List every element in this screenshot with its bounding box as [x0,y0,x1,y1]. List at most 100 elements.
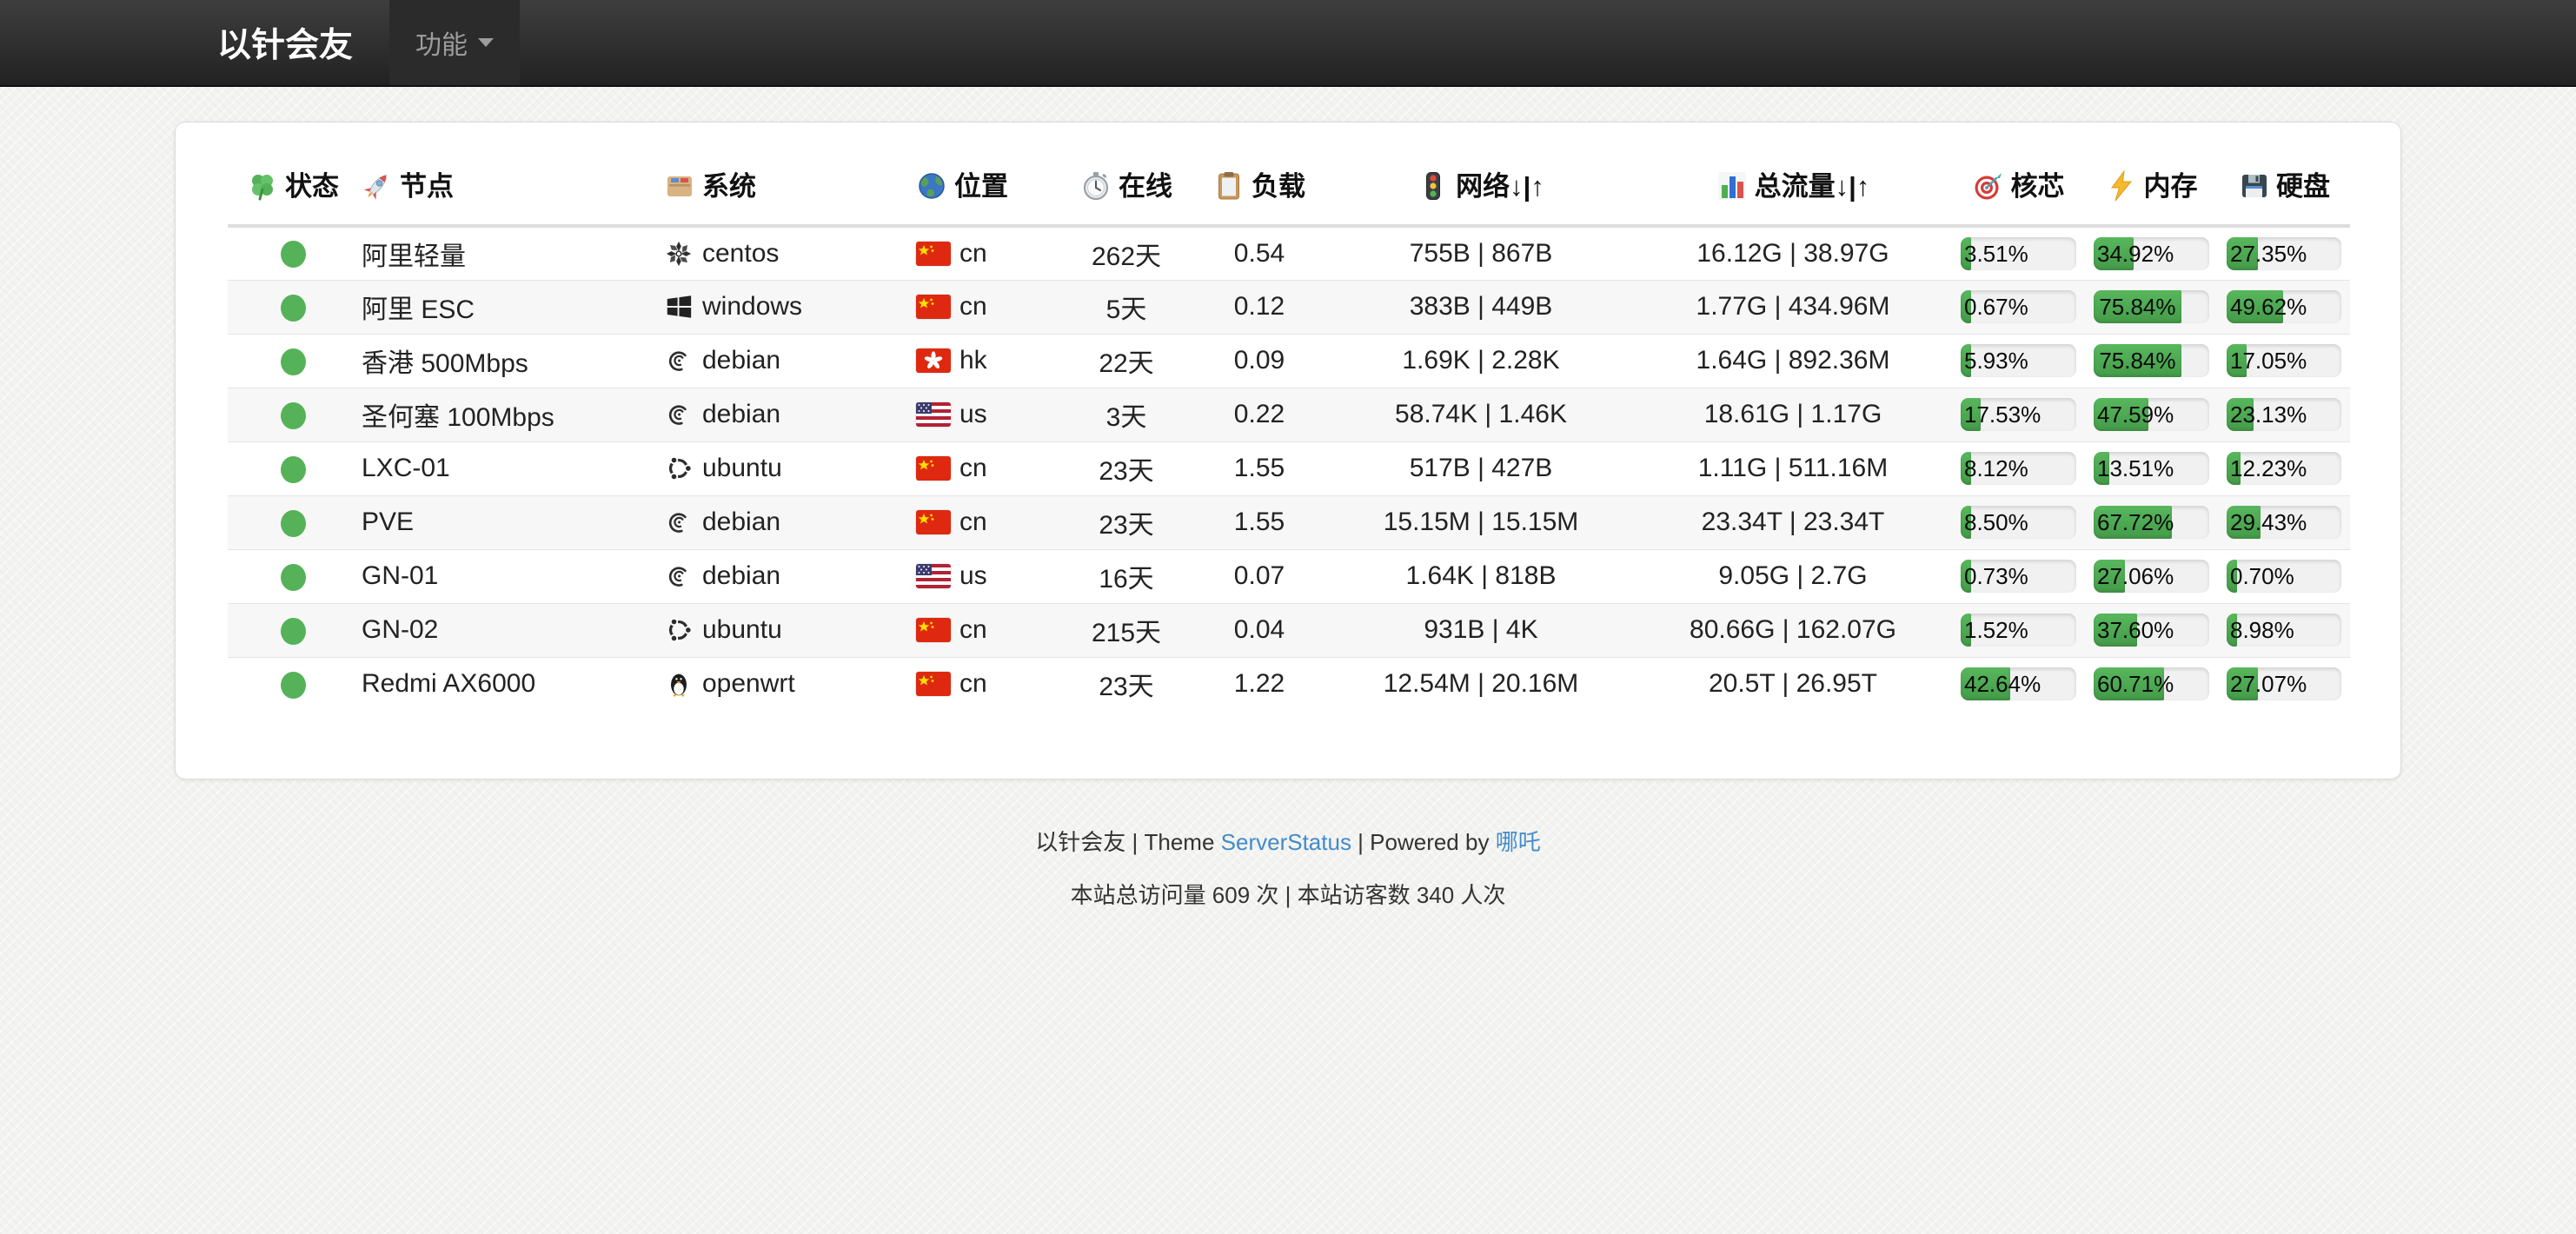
server-row: 香港 500Mbpsdebianhk22天0.091.69K | 2.28K1.… [228,334,2350,388]
column-header-label: 负载 [1251,171,1305,202]
column-header-node: 节点 [358,152,661,226]
location-cell: cn [913,280,1062,334]
uptime: 23天 [1099,457,1153,486]
navbar: 以针会友 功能 [0,0,2576,87]
node-name: 阿里轻量 [362,242,466,271]
total-traffic: 16.12G | 38.97G [1696,239,1889,268]
debian-os-icon [664,400,694,429]
server-row: 阿里 ESCwindowscn5天0.12383B | 449B1.77G | … [228,280,2350,334]
site-title[interactable]: 以针会友 [165,0,389,85]
column-header-label: 核芯 [2011,171,2065,202]
country-code: cn [959,239,987,269]
cpu-usage-bar: 3.51% [1961,237,2076,270]
total-traffic-cell: 23.34T | 23.34T [1634,495,1952,549]
cpu-usage-bar-value: 1.52% [1964,614,2028,647]
total-traffic: 20.5T | 26.95T [1709,669,1877,698]
hk-flag-icon [916,348,951,373]
load: 0.07 [1234,561,1285,590]
network-speed: 1.69K | 2.28K [1402,346,1559,375]
disk-usage-bar-cell: 27.35% [2218,226,2350,280]
uptime: 16天 [1099,565,1153,594]
memory-usage-bar: 34.92% [2094,237,2209,270]
uptime-cell: 23天 [1062,657,1191,711]
network-speed-cell: 58.74K | 1.46K [1328,388,1634,441]
system-cell: centos [661,226,913,280]
footer: 以针会友 | Theme ServerStatus | Powered by 哪… [0,825,2576,910]
bar-chart-icon [1716,170,1748,209]
disk-usage-bar-cell: 29.43% [2218,495,2350,549]
uptime: 22天 [1099,349,1153,378]
location-cell: cn [913,603,1062,657]
status-cell [228,495,358,549]
disk-usage-bar-value: 8.98% [2230,614,2294,647]
node-name-cell: Redmi AX6000 [358,657,661,711]
uptime: 23天 [1099,511,1153,540]
column-header-ram: 内存 [2085,152,2218,226]
node-name: 香港 500Mbps [362,349,528,378]
total-traffic-cell: 20.5T | 26.95T [1634,657,1952,711]
os-name: ubuntu [702,615,782,645]
system-cell: openwrt [661,657,913,711]
memory-usage-bar-cell: 60.71% [2085,657,2218,711]
total-traffic: 80.66G | 162.07G [1690,615,1896,644]
server-row: GN-01debianus16天0.071.64K | 818B9.05G | … [228,549,2350,603]
cpu-usage-bar-value: 8.12% [1964,452,2028,485]
traffic-light-icon [1417,170,1449,209]
column-header-location: 位置 [913,152,1062,226]
uptime: 23天 [1099,673,1153,701]
menu-dropdown-button[interactable]: 功能 [389,0,520,85]
disk-usage-bar-cell: 49.62% [2218,280,2350,334]
cpu-usage-bar: 42.64% [1961,667,2076,700]
uptime-cell: 262天 [1062,226,1191,280]
node-name-cell: LXC-01 [358,441,661,495]
cn-flag-icon [916,242,951,266]
load: 0.04 [1234,615,1285,644]
os-name: debian [702,346,780,375]
cpu-usage-bar-value: 42.64% [1964,667,2041,700]
memory-usage-bar-value: 47.59% [2097,398,2174,431]
load-cell: 0.07 [1191,549,1328,603]
uptime-cell: 23天 [1062,441,1191,495]
disk-usage-bar-value: 17.05% [2230,344,2307,377]
cpu-usage-bar-cell: 17.53% [1952,388,2085,441]
disk-usage-bar: 12.23% [2227,452,2341,485]
memory-usage-bar: 75.84% [2094,290,2209,323]
column-header-label: 硬盘 [2276,171,2330,202]
column-header-label: 状态 [285,171,339,202]
node-name-cell: GN-02 [358,603,661,657]
cpu-usage-bar: 5.93% [1961,344,2076,377]
node-name: GN-01 [362,561,438,590]
node-name-cell: 阿里轻量 [358,226,661,280]
theme-link[interactable]: ServerStatus [1221,829,1351,855]
cpu-usage-bar-value: 17.53% [1964,398,2041,431]
column-header-traffic: 总流量↓|↑ [1634,152,1952,226]
windows-os-icon [664,292,694,322]
load-cell: 1.55 [1191,441,1328,495]
stopwatch-icon [1080,170,1112,209]
os-name: openwrt [702,669,795,699]
cn-flag-icon [916,510,951,534]
column-header-label: 网络↓|↑ [1456,171,1544,202]
memory-usage-bar-cell: 67.72% [2085,495,2218,549]
us-flag-icon [916,564,951,588]
node-name-cell: PVE [358,495,661,549]
load: 1.22 [1234,669,1285,698]
disk-usage-bar: 0.70% [2227,560,2341,593]
network-speed-cell: 1.64K | 818B [1328,549,1634,603]
load: 0.22 [1234,400,1285,428]
online-status-dot [281,348,306,375]
network-speed: 58.74K | 1.46K [1395,400,1567,428]
status-cell [228,388,358,441]
total-traffic-cell: 18.61G | 1.17G [1634,388,1952,441]
cpu-usage-bar-cell: 3.51% [1952,226,2085,280]
cpu-usage-bar-cell: 5.93% [1952,334,2085,388]
menu-dropdown-label: 功能 [415,23,468,62]
memory-usage-bar-cell: 37.60% [2085,603,2218,657]
column-header-load: 负载 [1191,152,1328,226]
system-cell: debian [661,334,913,388]
network-speed-cell: 383B | 449B [1328,280,1634,334]
powered-by-link[interactable]: 哪吒 [1496,829,1541,855]
clipboard-icon [1213,170,1245,209]
network-speed-cell: 931B | 4K [1328,603,1634,657]
memory-usage-bar: 67.72% [2094,506,2209,539]
